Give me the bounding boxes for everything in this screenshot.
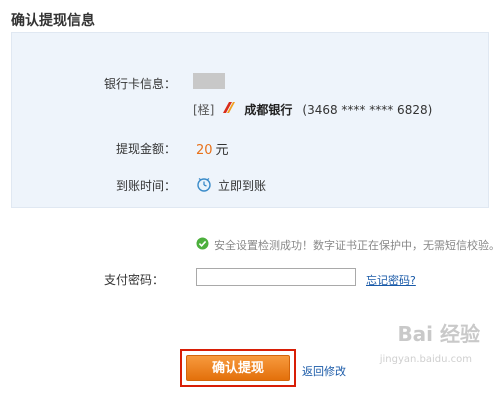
clock-icon [196,176,218,195]
security-message: 安全设置检测成功！数字证书正在保护中，无需短信校验。 [196,237,500,253]
card-tag: [柽] [193,103,215,117]
bank-info-label: 银行卡信息： [103,77,176,91]
bank-name: 成都银行 [244,103,293,117]
bank-card-line: [柽] 成都银行 (3468 **** **** 6828) [193,101,432,118]
forgot-password-link[interactable]: 忘记密码? [366,272,416,288]
confirm-withdraw-button[interactable]: 确认提现 [186,355,290,381]
password-label: 支付密码： [103,273,164,287]
amount-label: 提现金额： [115,142,176,156]
baidu-watermark: Bai 经验 [397,318,480,347]
arrival-time: 立即到账 [196,176,266,195]
watermark-url: jingyan.baidu.com [379,354,472,365]
amount-number: 20 [196,143,213,158]
bank-logo-icon [220,101,244,118]
card-number: (3468 **** **** 6828) [302,102,433,117]
security-text: 安全设置检测成功！数字证书正在保护中，无需短信校验。 [214,239,500,252]
arrival-value: 立即到账 [218,179,267,193]
page-title: 确认提现信息 [11,13,95,29]
watermark-text: Bai 经验 [397,322,480,346]
back-modify-link[interactable]: 返回修改 [302,363,346,379]
arrival-label: 到账时间： [115,179,176,193]
password-input[interactable] [196,268,356,286]
check-circle-icon [196,237,214,253]
amount-value: 20 元 [196,139,229,158]
cardholder-name-mask [193,73,225,89]
amount-unit: 元 [215,143,229,158]
confirm-highlight-box: 确认提现 [180,349,296,387]
